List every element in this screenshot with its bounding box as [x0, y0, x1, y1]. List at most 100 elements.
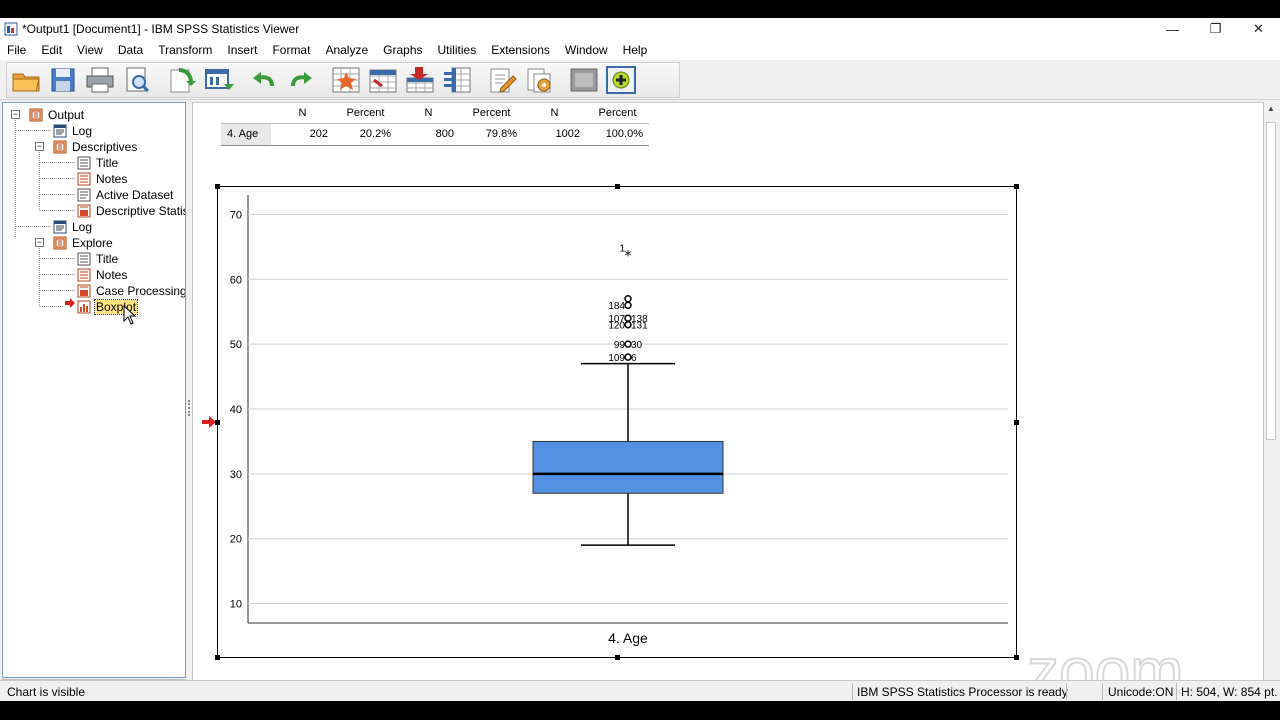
menu-view[interactable]: View: [70, 43, 111, 57]
outlier-label: 184: [608, 301, 625, 312]
recall-dialog-icon[interactable]: [203, 64, 235, 96]
procedure-book-icon: [53, 140, 67, 154]
y-tick-label: 50: [230, 339, 242, 351]
table-header: N: [523, 103, 586, 124]
expander-output[interactable]: −: [11, 110, 20, 119]
resize-handle[interactable]: [215, 420, 220, 425]
expander-descriptives[interactable]: −: [35, 142, 44, 151]
procedure-book-icon: [53, 236, 67, 250]
outlier-marker: [624, 295, 632, 303]
table-cell: 79.8%: [460, 123, 523, 146]
screen-border: [0, 701, 1280, 720]
outlier-label: 99: [614, 340, 626, 351]
table-cell: 800: [397, 123, 460, 146]
tree-label: Log: [72, 220, 93, 234]
outlier-label: 138: [631, 314, 648, 325]
menu-edit[interactable]: Edit: [34, 43, 70, 57]
goto-data-icon[interactable]: [330, 64, 362, 96]
tree-item-descriptives[interactable]: Descriptives: [53, 139, 138, 155]
tree-label: Descriptives: [72, 140, 138, 154]
mouse-cursor-icon: [123, 305, 137, 325]
status-dimensions: H: 504, W: 854 pt.: [1181, 685, 1278, 699]
menu-file[interactable]: File: [0, 43, 34, 57]
menu-extensions[interactable]: Extensions: [484, 43, 558, 57]
y-tick-label: 70: [230, 209, 242, 221]
minimize-icon[interactable]: —: [1151, 18, 1194, 40]
table-cell: 100.0%: [586, 123, 649, 146]
tree-item-case-processing[interactable]: Case Processing: [77, 283, 185, 299]
menu-data[interactable]: Data: [111, 43, 151, 57]
menu-format[interactable]: Format: [265, 43, 318, 57]
table-header: Percent: [586, 103, 649, 124]
restore-icon[interactable]: ❐: [1194, 18, 1237, 40]
outlier-label: 1: [619, 243, 625, 254]
log-icon: [53, 124, 67, 138]
table-header: [221, 103, 271, 124]
table-header: N: [271, 103, 334, 124]
save-icon[interactable]: [47, 64, 79, 96]
tree-item-notes-2[interactable]: Notes: [77, 267, 128, 283]
redo-icon[interactable]: [285, 64, 317, 96]
export-icon[interactable]: [166, 64, 198, 96]
close-icon[interactable]: ✕: [1237, 18, 1280, 40]
resize-handle[interactable]: [1014, 655, 1019, 660]
title-icon: [77, 252, 91, 266]
tree-item-active-dataset[interactable]: Active Dataset: [77, 187, 174, 203]
menu-insert[interactable]: Insert: [220, 43, 265, 57]
selected-item-arrow-icon: [202, 416, 216, 428]
script-icon[interactable]: [523, 64, 555, 96]
resize-handle[interactable]: [615, 184, 620, 189]
resize-handle[interactable]: [1014, 420, 1019, 425]
menu-graphs[interactable]: Graphs: [376, 43, 430, 57]
menu-help[interactable]: Help: [616, 43, 656, 57]
menu-utilities[interactable]: Utilities: [431, 43, 485, 57]
outlier-marker: [624, 301, 632, 309]
scroll-up-arrow-icon[interactable]: ▲: [1266, 104, 1276, 114]
show-icon[interactable]: [605, 64, 637, 96]
table-header: Percent: [460, 103, 523, 124]
status-bar: Chart is visible IBM SPSS Statistics Pro…: [0, 680, 1280, 701]
tree-item-output[interactable]: Output: [29, 107, 85, 123]
menu-analyze[interactable]: Analyze: [318, 43, 376, 57]
x-category-label: 4. Age: [608, 630, 648, 646]
window-title: *Output1 [Document1] - IBM SPSS Statisti…: [22, 22, 300, 36]
print-icon[interactable]: [84, 64, 116, 96]
tree-item-descriptive-statistics[interactable]: Descriptive Statis: [77, 203, 185, 219]
table-header: N: [397, 103, 460, 124]
toolbar: [0, 60, 1280, 100]
outline-pane: − − − Output Log Descriptives Title Note…: [2, 102, 186, 678]
tree-item-log-2[interactable]: Log: [53, 219, 93, 235]
resize-handle[interactable]: [615, 655, 620, 660]
resize-handle[interactable]: [1014, 184, 1019, 189]
content-vertical-scrollbar[interactable]: ▲ ▼: [1264, 102, 1278, 696]
boxplot-chart[interactable]: 10 20 30 40 50 60 70 109 6 99 30 120 131 107 138 184 * 1 4…: [215, 184, 1019, 660]
case-processing-table[interactable]: N Percent N Percent N Percent 4. Age 202…: [221, 103, 649, 146]
table-row-label: 4. Age: [221, 123, 271, 146]
y-tick-label: 40: [230, 404, 242, 416]
goto-case-icon[interactable]: [367, 64, 399, 96]
insert-case-icon[interactable]: [404, 64, 436, 96]
tree-item-title[interactable]: Title: [77, 155, 119, 171]
expander-explore[interactable]: −: [35, 238, 44, 247]
hide-icon[interactable]: [568, 64, 600, 96]
scrollbar-thumb[interactable]: [1266, 122, 1276, 440]
variables-icon[interactable]: [441, 64, 473, 96]
extreme-marker: *: [625, 248, 632, 264]
spss-viewer-window: *Output1 [Document1] - IBM SPSS Statisti…: [0, 18, 1280, 701]
menu-window[interactable]: Window: [558, 43, 616, 57]
tree-item-explore[interactable]: Explore: [53, 235, 114, 251]
resize-handle[interactable]: [215, 184, 220, 189]
tree-item-title-2[interactable]: Title: [77, 251, 119, 267]
box-iqr: [532, 440, 724, 494]
undo-icon[interactable]: [248, 64, 280, 96]
menu-transform[interactable]: Transform: [151, 43, 220, 57]
outlier-label: 107: [608, 314, 625, 325]
tree-item-log[interactable]: Log: [53, 123, 93, 139]
designate-window-icon[interactable]: [486, 64, 518, 96]
tree-item-notes[interactable]: Notes: [77, 171, 128, 187]
tree-label: Notes: [96, 172, 128, 186]
open-icon[interactable]: [10, 64, 42, 96]
notes-icon: [77, 268, 91, 282]
resize-handle[interactable]: [215, 655, 220, 660]
print-preview-icon[interactable]: [121, 64, 153, 96]
